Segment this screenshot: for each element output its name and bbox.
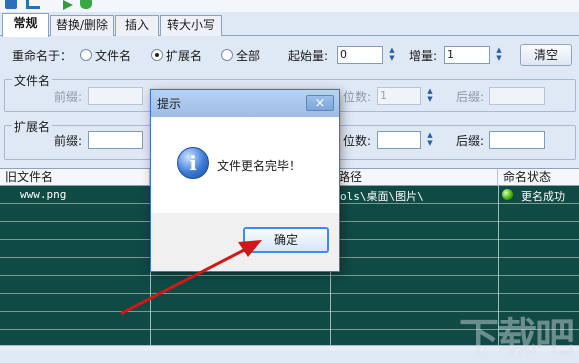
extension-suffix-input[interactable]: [489, 131, 545, 149]
dialog-message: 文件更名完毕！: [217, 159, 302, 173]
filename-group-title: 文件名: [12, 72, 53, 89]
tab-replace-delete[interactable]: 替换/删除: [50, 15, 114, 36]
extension-digits-input[interactable]: [377, 131, 421, 149]
step-label: 增量:: [409, 49, 438, 63]
tab-replace-delete-label: 替换/删除: [55, 18, 109, 32]
tab-case[interactable]: 转大小写: [160, 15, 222, 36]
filename-digits-spinner[interactable]: ▲ ▼: [424, 87, 436, 105]
start-input[interactable]: 0: [337, 46, 383, 64]
close-icon[interactable]: ×: [306, 95, 334, 111]
green-circle-icon: [502, 189, 513, 200]
tab-general[interactable]: 常规: [2, 13, 49, 37]
save-icon[interactable]: [5, 0, 17, 9]
radio-all-label: 全部: [236, 49, 261, 63]
tab-general-label: 常规: [13, 16, 38, 30]
extension-digits-label: 位数:: [343, 134, 372, 148]
column-old-name[interactable]: 旧文件名: [0, 169, 150, 186]
radio-all[interactable]: [221, 49, 233, 61]
step-input[interactable]: 1: [444, 46, 490, 64]
tab-insert-label: 插入: [124, 18, 149, 32]
tab-insert[interactable]: 插入: [115, 15, 159, 36]
undo-icon[interactable]: [26, 0, 40, 9]
filename-suffix-label: 后缀:: [456, 90, 485, 104]
start-label: 起始量:: [288, 49, 329, 63]
filename-prefix-input[interactable]: [88, 87, 143, 105]
extension-suffix-label: 后缀:: [456, 134, 485, 148]
radio-extension[interactable]: [151, 49, 163, 61]
row-old-name: www.png: [20, 188, 67, 201]
step-spinner[interactable]: ▲ ▼: [493, 46, 505, 64]
toolbar: [0, 0, 579, 12]
tab-bar: 常规 替换/删除 插入 转大小写: [0, 12, 579, 37]
row-status: 更名成功: [521, 190, 565, 203]
extension-prefix-label: 前缀:: [54, 134, 83, 148]
rename-target-label: 重命名于：: [12, 49, 73, 63]
extension-digits-spinner[interactable]: ▲ ▼: [424, 131, 436, 149]
extension-group-title: 扩展名: [12, 118, 53, 135]
filename-prefix-label: 前缀:: [54, 90, 83, 104]
row-path: ols\桌面\图片\: [340, 190, 424, 203]
ok-button[interactable]: 确定: [243, 227, 329, 253]
filename-digits-label: 位数:: [343, 90, 372, 104]
watermark: 下载吧: [459, 315, 575, 361]
radio-extension-label: 扩展名: [166, 49, 203, 63]
clear-button[interactable]: 清空: [520, 44, 572, 66]
filename-digits-input[interactable]: 1: [377, 87, 421, 105]
info-icon: i: [177, 147, 209, 179]
recycle-icon[interactable]: [80, 0, 92, 9]
filename-suffix-input[interactable]: [489, 87, 545, 105]
tab-case-label: 转大小写: [166, 18, 215, 32]
extension-prefix-input[interactable]: [88, 131, 143, 149]
dialog-title: 提示: [157, 97, 182, 111]
radio-filename-label: 文件名: [95, 49, 132, 63]
play-icon[interactable]: [63, 0, 73, 10]
column-status[interactable]: 命名状态: [498, 169, 579, 186]
radio-filename[interactable]: [80, 49, 92, 61]
column-path[interactable]: 路径: [330, 169, 498, 186]
start-spinner[interactable]: ▲ ▼: [386, 46, 398, 64]
